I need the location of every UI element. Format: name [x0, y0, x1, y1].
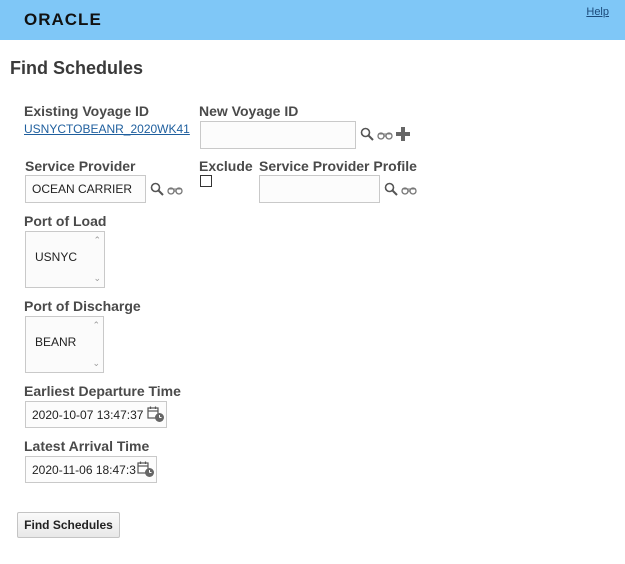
scroll-down-icon[interactable]: ⌄	[93, 273, 101, 284]
scroll-up-icon[interactable]: ⌃	[92, 320, 100, 331]
service-provider-profile-label: Service Provider Profile	[259, 158, 417, 174]
plus-icon[interactable]	[396, 127, 410, 141]
find-schedules-button[interactable]: Find Schedules	[17, 512, 120, 538]
latest-arrival-label: Latest Arrival Time	[24, 438, 150, 454]
oracle-logo: ORACLE	[24, 10, 102, 29]
earliest-departure-label: Earliest Departure Time	[24, 383, 181, 399]
glasses-icon[interactable]	[377, 130, 393, 140]
existing-voyage-link[interactable]: USNYCTOBEANR_2020WK41	[24, 122, 190, 136]
header-bar: ORACLE Help	[0, 0, 625, 40]
port-of-load-value: USNYC	[35, 250, 78, 264]
new-voyage-input[interactable]	[200, 121, 356, 149]
port-of-discharge-label: Port of Discharge	[24, 298, 141, 314]
service-provider-input[interactable]: OCEAN CARRIER	[25, 175, 146, 203]
scroll-up-icon[interactable]: ⌃	[93, 235, 101, 246]
glasses-icon[interactable]	[401, 185, 417, 195]
port-of-discharge-value: BEANR	[35, 335, 77, 349]
scroll-down-icon[interactable]: ⌄	[92, 358, 100, 369]
search-icon[interactable]	[384, 182, 398, 196]
service-provider-profile-input[interactable]	[259, 175, 380, 203]
glasses-icon[interactable]	[167, 185, 183, 195]
new-voyage-label: New Voyage ID	[199, 103, 299, 119]
earliest-departure-input[interactable]: 2020-10-07 13:47:37	[25, 401, 167, 428]
search-icon[interactable]	[360, 127, 374, 141]
port-of-load-listbox[interactable]: USNYC ⌃ ⌄	[25, 231, 105, 288]
exclude-checkbox[interactable]	[200, 175, 212, 187]
exclude-label: Exclude	[199, 158, 253, 174]
calendar-clock-icon[interactable]	[147, 406, 165, 423]
existing-voyage-label: Existing Voyage ID	[24, 103, 149, 119]
help-link[interactable]: Help	[586, 6, 609, 18]
search-icon[interactable]	[150, 182, 164, 196]
page-title: Find Schedules	[10, 58, 144, 78]
calendar-clock-icon[interactable]	[137, 461, 155, 478]
service-provider-label: Service Provider	[25, 158, 136, 174]
port-of-discharge-listbox[interactable]: BEANR ⌃ ⌄	[25, 316, 104, 373]
port-of-load-label: Port of Load	[24, 213, 107, 229]
